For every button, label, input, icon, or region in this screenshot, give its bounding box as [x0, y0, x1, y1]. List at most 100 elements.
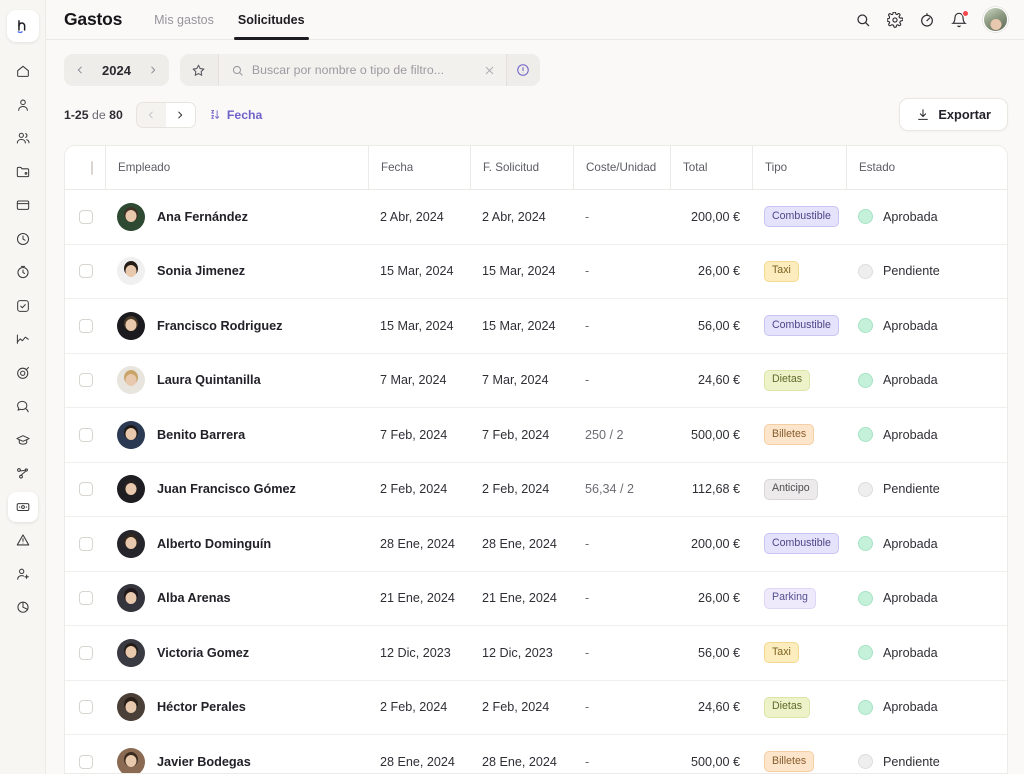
table-row[interactable]: Laura Quintanilla 7 Mar, 2024 7 Mar, 2024-…	[65, 353, 1007, 408]
total-cell: 26,00 €	[670, 244, 752, 299]
gear-icon[interactable]	[887, 11, 903, 28]
fecha-cell: 21 Ene, 2024	[368, 571, 470, 626]
gauge-icon[interactable]	[919, 12, 935, 28]
select-all-checkbox[interactable]	[91, 160, 93, 175]
sort-az-icon	[209, 108, 222, 121]
col-total[interactable]: Total	[670, 146, 752, 190]
prev-year-button[interactable]	[70, 59, 90, 81]
sidebar-item-person-add[interactable]	[8, 559, 38, 589]
col-coste-unidad[interactable]: Coste/Unidad	[573, 146, 670, 190]
top-bar: Gastos Mis gastos Solicitudes	[46, 0, 1024, 40]
row-checkbox[interactable]	[79, 754, 93, 769]
tipo-cell: Combustible	[752, 189, 846, 245]
sidebar-item-timer[interactable]	[8, 257, 38, 287]
employee-name: Sonia Jimenez	[157, 264, 246, 279]
alert-icon	[15, 532, 31, 548]
col-tipo[interactable]: Tipo	[752, 146, 846, 190]
table-row[interactable]: Benito Barrera 7 Feb, 2024 7 Feb, 2024 250 …	[65, 407, 1007, 463]
employee-name: Benito Barrera	[157, 427, 246, 442]
estado-cell: Aprobada	[846, 680, 1007, 735]
next-page-button[interactable]	[165, 102, 195, 127]
sidebar-item-people[interactable]	[8, 123, 38, 153]
row-checkbox[interactable]	[79, 373, 93, 388]
app-logo[interactable]	[6, 10, 39, 42]
table-row[interactable]: Alberto Dominguín 28 Ene, 2024 28 Ene, 202…	[65, 516, 1007, 572]
info-icon[interactable]	[505, 54, 540, 86]
avatar	[117, 366, 145, 395]
result-range: 1-25	[64, 107, 89, 122]
total-cell: 200,00 €	[670, 189, 752, 245]
row-checkbox[interactable]	[79, 264, 93, 279]
employee-cell: Francisco Rodriguez	[105, 298, 368, 354]
row-checkbox[interactable]	[79, 318, 93, 333]
sidebar-item-pie-chart[interactable]	[8, 592, 38, 622]
row-checkbox[interactable]	[79, 427, 93, 442]
f-solicitud-cell: 15 Mar, 2024	[470, 298, 573, 354]
sidebar-item-folder[interactable]	[8, 157, 38, 187]
sidebar-item-money[interactable]	[7, 491, 38, 522]
table-row[interactable]: Sonia Jimenez 15 Mar, 2024 15 Mar, 2024-26…	[65, 244, 1007, 299]
tipo-cell: Taxi	[752, 244, 846, 299]
sidebar-item-clock[interactable]	[8, 224, 38, 254]
row-checkbox[interactable]	[79, 645, 93, 660]
avatar	[117, 529, 145, 558]
row-checkbox[interactable]	[79, 536, 93, 551]
sidebar-item-home[interactable]	[8, 56, 38, 86]
tab-mis-gastos[interactable]: Mis gastos	[144, 0, 224, 40]
prev-page-button[interactable]	[136, 102, 166, 127]
row-checkbox[interactable]	[79, 209, 93, 224]
export-button[interactable]: Exportar	[899, 98, 1008, 131]
row-select-cell	[65, 407, 105, 463]
sidebar-item-person[interactable]	[8, 90, 38, 120]
tab-solicitudes[interactable]: Solicitudes	[228, 0, 315, 40]
estado-cell: Aprobada	[846, 353, 1007, 408]
sidebar-item-graduation-cap[interactable]	[8, 425, 38, 455]
sidebar-item-workflow[interactable]	[8, 458, 38, 488]
table-row[interactable]: Juan Francisco Gómez 2 Feb, 2024 2 Feb, 20…	[65, 462, 1007, 517]
sidebar-item-chat[interactable]	[8, 391, 38, 421]
sidebar-item-target[interactable]	[8, 358, 38, 388]
total-cell: 200,00 €	[670, 516, 752, 572]
row-checkbox[interactable]	[79, 482, 93, 497]
fecha-cell: 15 Mar, 2024	[368, 244, 470, 299]
close-icon[interactable]	[478, 54, 502, 86]
next-year-button[interactable]	[143, 59, 163, 81]
table-row[interactable]: Victoria Gomez 12 Dic, 2023 12 Dic, 2023-5…	[65, 625, 1007, 681]
search-icon[interactable]	[855, 12, 871, 28]
f-solicitud-cell: 15 Mar, 2024	[470, 244, 573, 299]
col-empleado[interactable]: Empleado	[105, 146, 368, 190]
table-row[interactable]: Javier Bodegas 28 Ene, 2024 28 Ene, 2024-5…	[65, 734, 1007, 773]
search-bar	[179, 54, 540, 86]
table-row[interactable]: Ana Fernández 2 Abr, 2024 2 Abr, 2024-200,…	[65, 189, 1007, 245]
col-estado[interactable]: Estado	[846, 146, 1007, 190]
status-label: Pendiente	[883, 482, 940, 497]
f-solicitud-cell: 2 Abr, 2024	[470, 189, 573, 245]
table-row[interactable]: Francisco Rodriguez 15 Mar, 2024 15 Mar, 2…	[65, 298, 1007, 354]
table-row[interactable]: Alba Arenas 21 Ene, 2024 21 Ene, 2024-26,0…	[65, 571, 1007, 626]
sidebar-item-alert[interactable]	[8, 525, 38, 555]
fecha-cell: 28 Ene, 2024	[368, 734, 470, 773]
col-fecha[interactable]: Fecha	[368, 146, 470, 190]
search-input[interactable]	[251, 63, 470, 77]
sidebar-item-archive[interactable]	[8, 190, 38, 220]
row-checkbox[interactable]	[79, 591, 93, 606]
status-label: Aprobada	[883, 645, 938, 660]
result-de: de	[92, 107, 106, 122]
sort-control[interactable]: Fecha	[209, 108, 262, 122]
row-checkbox[interactable]	[79, 700, 93, 715]
f-solicitud-cell: 2 Feb, 2024	[470, 462, 573, 517]
result-count: 1-25 de 80	[64, 108, 123, 122]
workflow-icon	[15, 465, 31, 481]
avatar[interactable]	[983, 7, 1008, 32]
sidebar-item-chart-line[interactable]	[8, 324, 38, 354]
table-row[interactable]: Héctor Perales 2 Feb, 2024 2 Feb, 2024-24,…	[65, 680, 1007, 735]
avatar	[117, 420, 145, 449]
bell-icon[interactable]	[951, 9, 969, 28]
status-label: Aprobada	[883, 591, 938, 606]
col-f-solicitud[interactable]: F. Solicitud	[470, 146, 573, 190]
status-label: Aprobada	[883, 427, 938, 442]
pager	[135, 101, 196, 128]
tipo-cell: Anticipo	[752, 462, 846, 517]
sidebar-item-task-check[interactable]	[8, 291, 38, 321]
star-icon[interactable]	[180, 54, 218, 86]
